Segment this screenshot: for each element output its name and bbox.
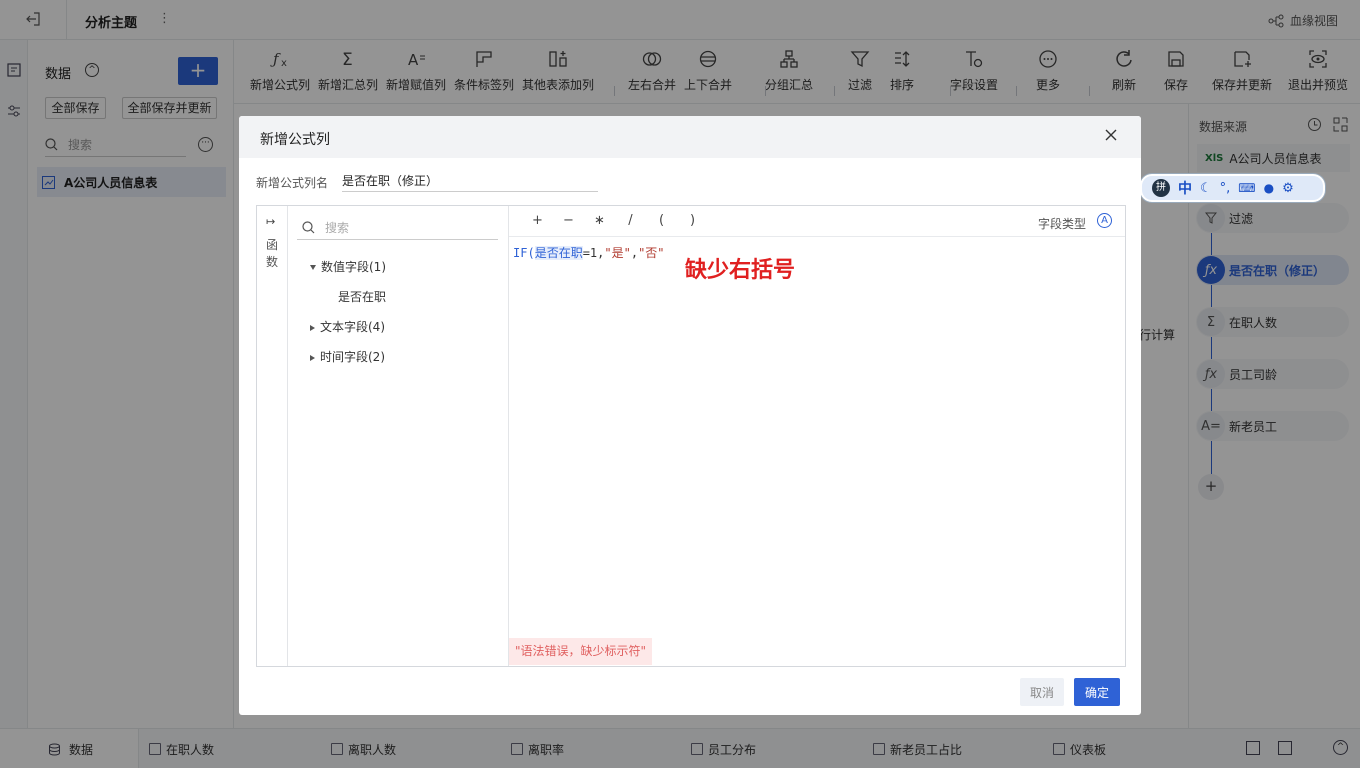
minus-operator[interactable]: − bbox=[553, 213, 584, 228]
operator-bar: + − ∗ / ( ) bbox=[522, 213, 708, 228]
name-label: 新增公式列名 bbox=[256, 176, 329, 190]
field-tree-panel: 搜索 数值字段(1) 是否在职 文本字段(4) 时间字段(2) bbox=[288, 206, 509, 666]
tree-group-time[interactable]: 时间字段(2) bbox=[310, 348, 385, 365]
field-type-label: 字段类型 bbox=[1038, 217, 1087, 231]
close-icon[interactable] bbox=[1105, 129, 1117, 141]
dialog-title: 新增公式列 bbox=[260, 132, 330, 148]
left-paren-operator[interactable]: ( bbox=[646, 213, 677, 228]
formula-editor: + − ∗ / ( ) 字段类型 A IF(是否在职=1,"是","否" 缺少右… bbox=[509, 206, 1125, 666]
expand-arrow-icon: ↦ bbox=[266, 215, 276, 228]
caret-right-icon bbox=[310, 324, 315, 331]
caret-right-icon bbox=[310, 354, 315, 361]
editor-frame: ↦ 函数 搜索 数值字段(1) 是否在职 文本字段(4) 时间字段(2) + −… bbox=[256, 205, 1126, 667]
tree-group-numeric[interactable]: 数值字段(1) bbox=[310, 258, 386, 275]
mic-icon: ● bbox=[1263, 181, 1275, 195]
confirm-button[interactable]: 确定 bbox=[1074, 678, 1120, 706]
tree-field[interactable]: 是否在职 bbox=[338, 288, 386, 305]
multiply-operator[interactable]: ∗ bbox=[584, 213, 615, 228]
plus-operator[interactable]: + bbox=[522, 213, 553, 228]
formula-field: 是否在职 bbox=[534, 246, 583, 260]
ime-logo-icon: 拼 bbox=[1152, 179, 1170, 197]
field-type-icon[interactable]: A bbox=[1097, 213, 1112, 228]
functions-sidebar[interactable]: ↦ 函数 bbox=[257, 206, 288, 666]
ime-toolbar[interactable]: 拼 中 ☾ °, ⌨ ● ⚙ bbox=[1140, 174, 1325, 202]
ime-mode-label: 中 bbox=[1178, 181, 1192, 197]
right-paren-operator[interactable]: ) bbox=[677, 213, 708, 228]
caret-down-icon bbox=[310, 265, 316, 270]
cancel-button[interactable]: 取消 bbox=[1020, 678, 1064, 706]
punctuation-icon: °, bbox=[1219, 180, 1231, 196]
keyboard-icon: ⌨ bbox=[1238, 181, 1256, 195]
tree-group-text[interactable]: 文本字段(4) bbox=[310, 318, 385, 335]
divide-operator[interactable]: / bbox=[615, 213, 646, 228]
formula-name-input[interactable]: 是否在职（修正） bbox=[342, 170, 598, 192]
search-icon bbox=[302, 220, 315, 233]
dialog-header: 新增公式列 bbox=[239, 116, 1141, 158]
new-formula-dialog: 新增公式列 新增公式列名 是否在职（修正） ↦ 函数 搜索 数值字段(1) 是否… bbox=[239, 116, 1141, 715]
formula-text[interactable]: IF(是否在职=1,"是","否" bbox=[513, 244, 665, 261]
formula-function: IF( bbox=[513, 246, 535, 260]
annotation-text: 缺少右括号 bbox=[685, 258, 796, 283]
error-message: "语法错误，缺少标示符" bbox=[509, 638, 653, 665]
field-search-input[interactable]: 搜索 bbox=[297, 215, 498, 240]
moon-icon: ☾ bbox=[1200, 180, 1212, 196]
gear-icon: ⚙ bbox=[1282, 180, 1294, 196]
functions-tab[interactable]: 函数 bbox=[265, 237, 279, 271]
